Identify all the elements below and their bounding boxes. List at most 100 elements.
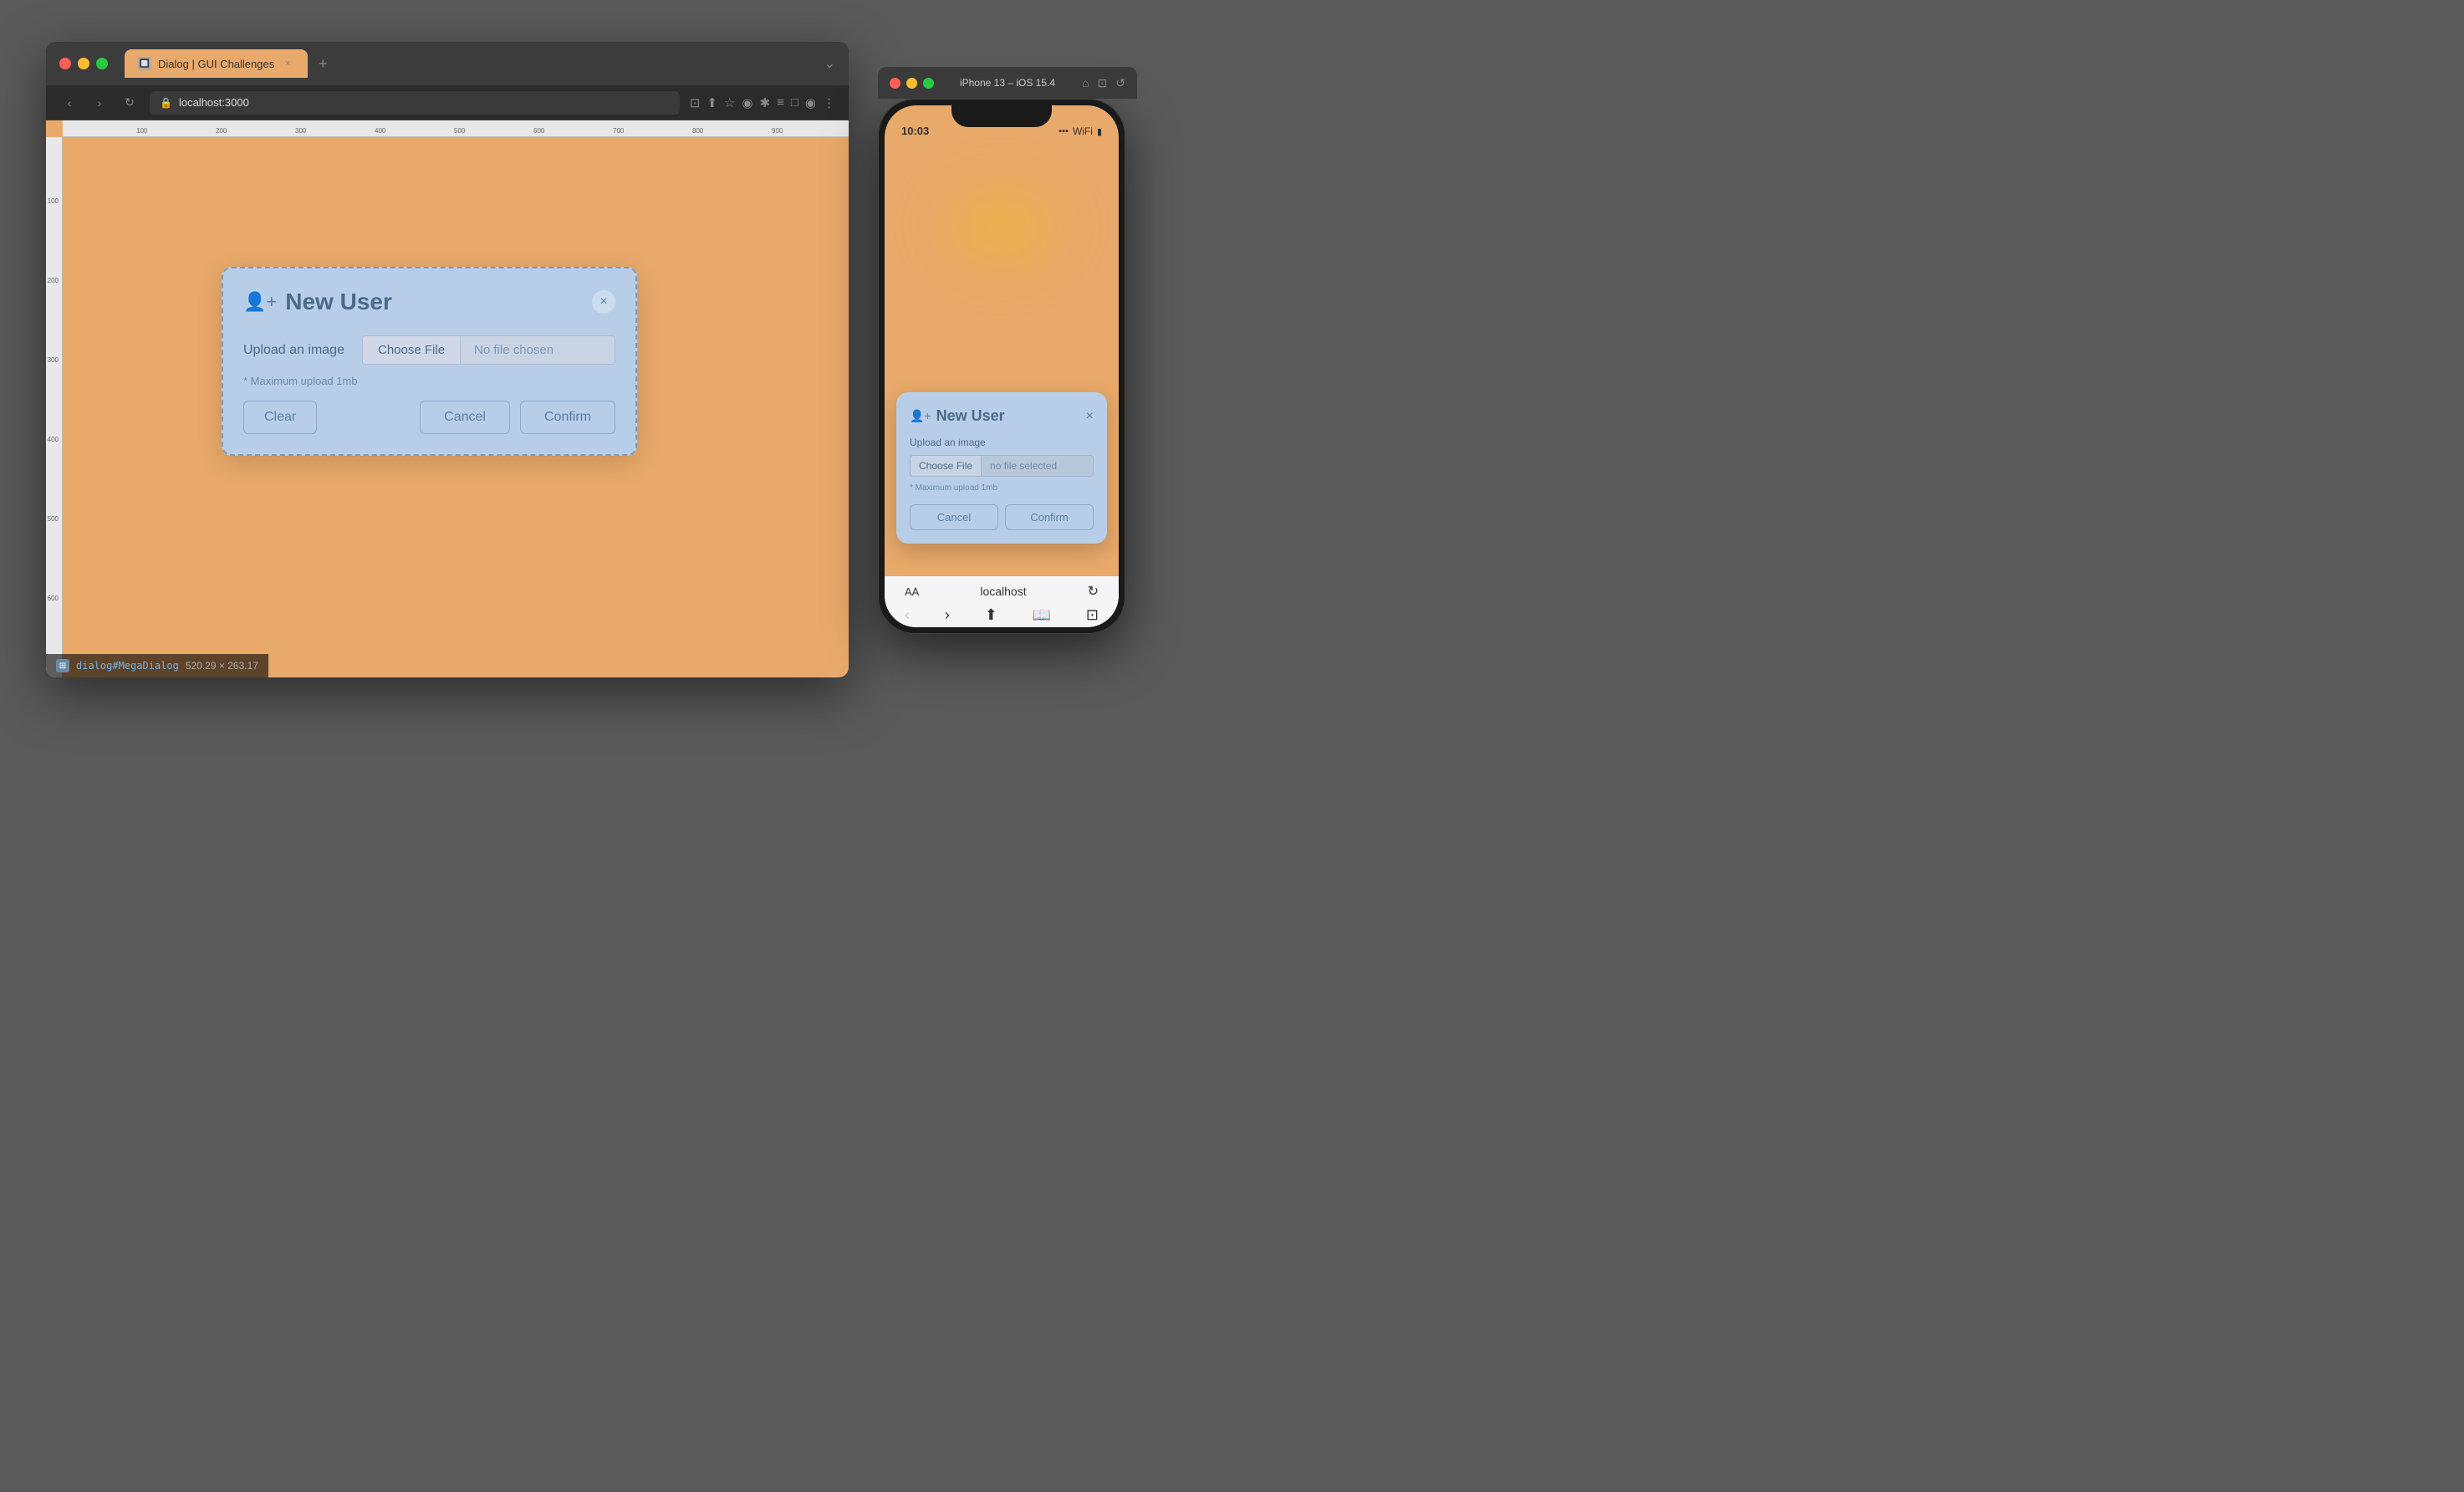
tab-favicon: 🔲	[138, 57, 151, 70]
iphone-reload-btn[interactable]: ↻	[1088, 583, 1099, 600]
traffic-light-green[interactable]	[96, 58, 108, 69]
dialog-title: New User	[285, 289, 392, 315]
iphone-light-green[interactable]	[923, 78, 934, 89]
cancel-btn[interactable]: Cancel	[420, 401, 510, 434]
tab-close-btn[interactable]: ×	[281, 57, 294, 70]
dialog-user-icon: 👤+	[243, 291, 277, 313]
url-bar[interactable]: 🔒 localhost:3000	[150, 91, 680, 115]
toolbar-window-icon[interactable]: □	[791, 95, 798, 110]
toolbar-share-icon[interactable]: ⊡	[690, 95, 701, 110]
nav-back-btn[interactable]: ‹	[59, 93, 79, 113]
iphone-choose-file-btn[interactable]: Choose File	[910, 455, 982, 477]
dialog-container: 👤+ New User × Upload an image Choose Fil…	[222, 267, 637, 456]
iphone-dialog-header: 👤+ New User ×	[910, 407, 1094, 425]
iphone-outer-icons: ⌂ ⊡ ↺	[1082, 76, 1125, 90]
file-upload-row: Upload an image Choose File No file chos…	[243, 335, 615, 365]
traffic-light-yellow[interactable]	[78, 58, 89, 69]
iphone-window-title: iPhone 13 – iOS 15.4	[960, 77, 1055, 89]
iphone-bg-blur	[918, 164, 1085, 289]
iphone-nav-back[interactable]: ‹	[905, 606, 910, 624]
ruler-top: 100 200 300 400 500 600 700 800 900	[63, 120, 849, 137]
nav-refresh-btn[interactable]: ↻	[120, 93, 140, 113]
url-text: localhost:3000	[179, 96, 249, 109]
toolbar-upload-icon[interactable]: ⬆	[707, 95, 717, 110]
traffic-light-red[interactable]	[59, 58, 71, 69]
iphone-rotate-icon[interactable]: ↺	[1115, 76, 1125, 90]
iphone-light-red[interactable]	[890, 78, 900, 89]
ruler-mark-900: 900	[772, 127, 783, 135]
window-control-right[interactable]: ⌄	[824, 55, 835, 72]
iphone-outer-lights	[890, 78, 934, 89]
toolbar-profile-icon[interactable]: ◉	[805, 95, 816, 110]
ruler-mark-100: 100	[136, 127, 147, 135]
iphone-bottom-bar: AA localhost ↻ ‹ › ⬆ 📖 ⊡	[885, 576, 1119, 627]
iphone-wrapper: iPhone 13 – iOS 15.4 ⌂ ⊡ ↺ 10:03 ▪▪▪ WiF…	[878, 67, 1137, 634]
iphone-status-icons: ▪▪▪ WiFi ▮	[1059, 125, 1102, 137]
iphone-upload-label: Upload an image	[910, 437, 1094, 448]
iphone-aa-btn[interactable]: AA	[905, 585, 919, 598]
ruler-mark-300: 300	[295, 127, 306, 135]
iphone-light-yellow[interactable]	[906, 78, 917, 89]
browser-status-bar: ⊞ dialog#MegaDialog 520.29 × 263.17	[46, 654, 268, 677]
iphone-share-btn[interactable]: ⬆	[985, 606, 997, 624]
ruler-mark-800: 800	[692, 127, 703, 135]
browser-content: 100 200 300 400 500 600 700 800 900 100 …	[46, 120, 849, 677]
toolbar-extension-icon[interactable]: ✱	[760, 95, 771, 110]
dialog-title-group: 👤+ New User	[243, 289, 392, 315]
iphone-bookmarks-btn[interactable]: 📖	[1033, 606, 1051, 624]
file-input-group: Choose File No file chosen	[362, 335, 615, 365]
iphone-tabs-btn[interactable]: ⊡	[1086, 606, 1099, 624]
iphone-url-row: AA localhost ↻	[898, 583, 1105, 600]
iphone-dialog-title-group: 👤+ New User	[910, 407, 1005, 425]
choose-file-btn[interactable]: Choose File	[362, 335, 461, 365]
ruler-left: 100 200 300 400 500 600	[46, 137, 63, 677]
toolbar-star-icon[interactable]: ☆	[724, 95, 735, 110]
dialog-close-btn[interactable]: ×	[592, 290, 615, 314]
status-selector: dialog#MegaDialog	[76, 660, 179, 672]
upload-label: Upload an image	[243, 343, 352, 358]
iphone-dialog-close-btn[interactable]: ×	[1086, 409, 1094, 424]
status-icon: ⊞	[56, 659, 69, 672]
address-bar: ‹ › ↻ 🔒 localhost:3000 ⊡ ⬆ ☆ ◉ ✱ ≡ □ ◉ ⋮	[46, 85, 849, 120]
ruler-mark-200: 200	[216, 127, 227, 135]
iphone-url-text: localhost	[980, 585, 1026, 598]
confirm-btn[interactable]: Confirm	[520, 401, 615, 434]
iphone-nav-forward[interactable]: ›	[945, 606, 950, 624]
toolbar-tabs-icon[interactable]: ≡	[777, 95, 784, 110]
iphone-signal-icon: ▪▪▪	[1059, 126, 1069, 136]
status-size: 520.29 × 263.17	[186, 660, 258, 672]
ruler-mark-700: 700	[613, 127, 624, 135]
nav-forward-btn[interactable]: ›	[89, 93, 110, 113]
tab-active[interactable]: 🔲 Dialog | GUI Challenges ×	[125, 49, 308, 78]
clear-btn[interactable]: Clear	[243, 401, 317, 434]
lock-icon: 🔒	[160, 97, 172, 109]
iphone-no-file-text: no file selected	[982, 455, 1094, 477]
no-file-text: No file chosen	[461, 335, 615, 365]
tab-bar: 🔲 Dialog | GUI Challenges × +	[125, 49, 814, 78]
toolbar-circle-icon[interactable]: ◉	[742, 95, 752, 110]
iphone-file-row: Choose File no file selected	[910, 455, 1094, 477]
iphone-time: 10:03	[901, 125, 929, 137]
dialog-body: Upload an image Choose File No file chos…	[243, 335, 615, 387]
toolbar-more-icon[interactable]: ⋮	[823, 95, 835, 110]
iphone-home-icon[interactable]: ⌂	[1082, 76, 1089, 90]
iphone-screenshot-icon[interactable]: ⊡	[1098, 76, 1108, 90]
new-tab-btn[interactable]: +	[311, 52, 334, 75]
dialog-footer: Clear Cancel Confirm	[243, 401, 615, 434]
ruler-mark-600: 600	[533, 127, 544, 135]
dialog-header: 👤+ New User ×	[243, 289, 615, 315]
iphone-nav-row: ‹ › ⬆ 📖 ⊡	[898, 606, 1105, 624]
ruler-left-mark-100: 100	[48, 197, 59, 205]
iphone-battery-icon: ▮	[1097, 126, 1102, 137]
ruler-left-mark-500: 500	[48, 515, 59, 523]
traffic-lights	[59, 58, 108, 69]
iphone-outer-titlebar: iPhone 13 – iOS 15.4 ⌂ ⊡ ↺	[878, 67, 1137, 99]
tab-title: Dialog | GUI Challenges	[158, 58, 274, 70]
iphone-confirm-btn[interactable]: Confirm	[1005, 504, 1094, 530]
ruler-left-mark-400: 400	[48, 436, 59, 443]
iphone-dialog-user-icon: 👤+	[910, 409, 931, 423]
toolbar-icons: ⊡ ⬆ ☆ ◉ ✱ ≡ □ ◉ ⋮	[690, 95, 835, 110]
upload-hint: * Maximum upload 1mb	[243, 375, 615, 387]
iphone-wifi-icon: WiFi	[1073, 125, 1093, 137]
iphone-cancel-btn[interactable]: Cancel	[910, 504, 998, 530]
